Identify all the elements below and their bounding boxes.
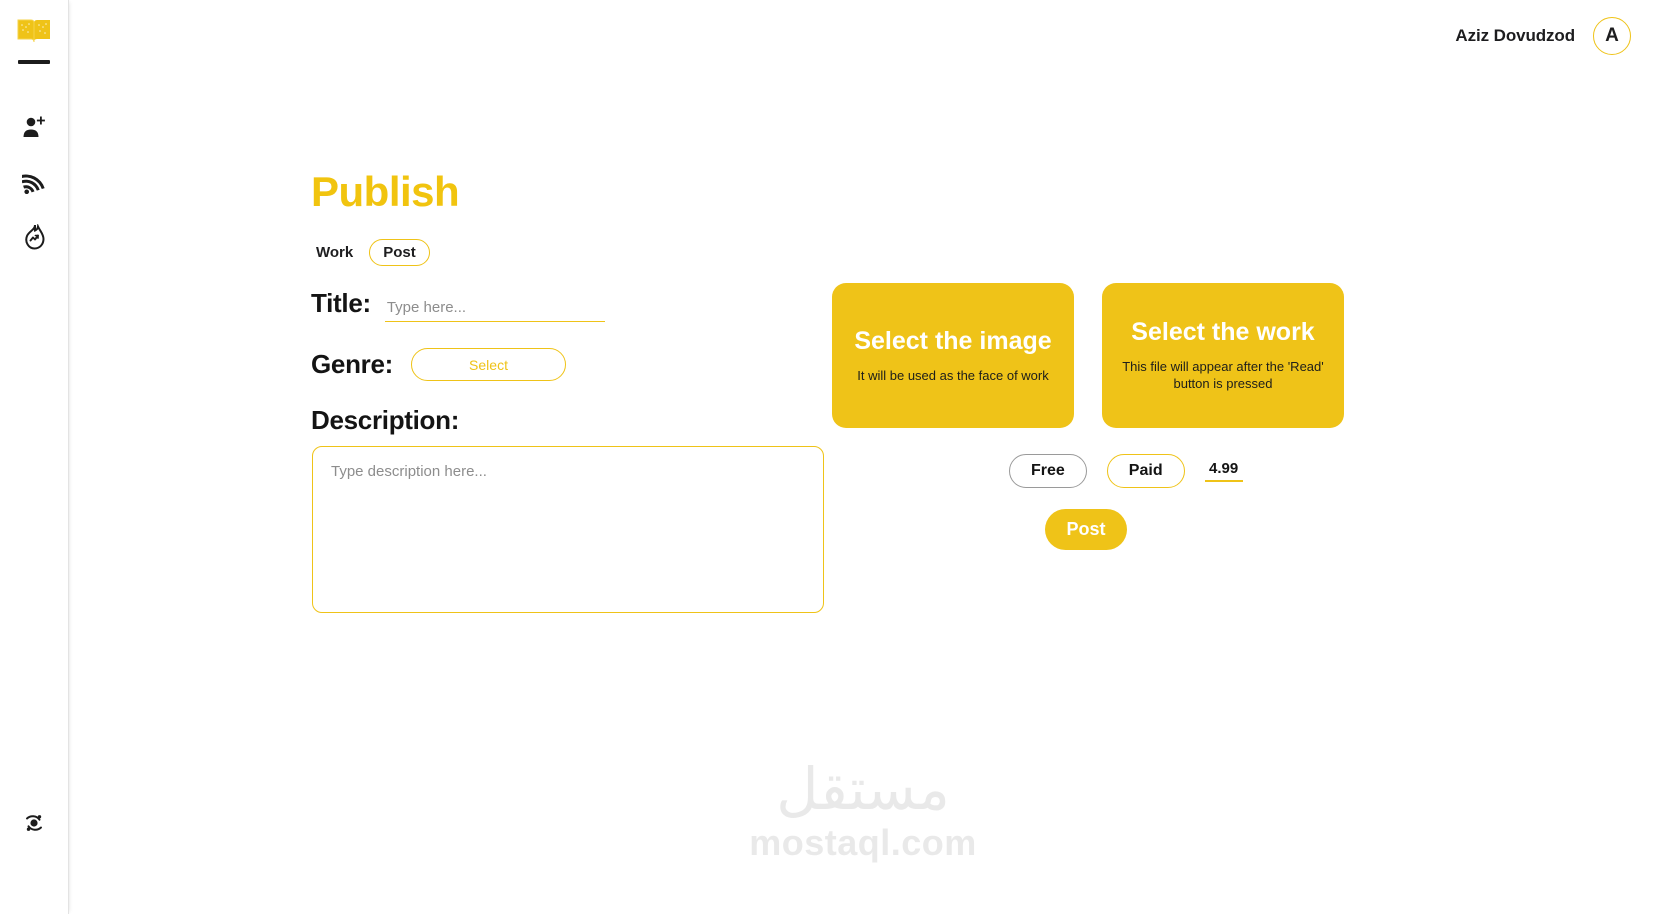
- description-label: Description:: [311, 405, 460, 435]
- sidebar-item-trending[interactable]: [17, 222, 51, 256]
- tab-bar: Work Post: [313, 239, 430, 266]
- watermark: مستقل mostaql.com: [749, 760, 977, 864]
- sidebar-item-add-user[interactable]: [17, 112, 51, 146]
- pricing-option-free[interactable]: Free: [1009, 454, 1087, 488]
- select-work-card-subtitle: This file will appear after the 'Read' b…: [1122, 358, 1324, 392]
- sidebar-item-feed[interactable]: [17, 167, 51, 201]
- logo-underline: [18, 60, 50, 64]
- fire-trending-icon: [22, 222, 46, 255]
- user-add-icon: [21, 114, 47, 145]
- sidebar-item-settings[interactable]: [17, 808, 51, 842]
- watermark-arabic: مستقل: [776, 755, 950, 823]
- watermark-latin: mostaql.com: [749, 822, 977, 863]
- tab-post[interactable]: Post: [369, 239, 430, 266]
- rss-feed-icon: [19, 170, 46, 199]
- description-textarea[interactable]: [312, 446, 824, 613]
- title-field-row: Title:: [311, 288, 605, 322]
- main-content: Publish Work Post Title: Genre: Select D…: [69, 0, 1657, 914]
- select-image-card-title: Select the image: [854, 326, 1052, 355]
- upload-cards: Select the image It will be used as the …: [832, 283, 1344, 428]
- select-image-card-subtitle: It will be used as the face of work: [857, 367, 1049, 383]
- publish-page: Aziz Dovudzod A Publish Work Post Title:…: [0, 0, 1657, 914]
- select-work-card[interactable]: Select the work This file will appear af…: [1102, 283, 1344, 428]
- open-book-logo-icon: [16, 16, 52, 51]
- genre-field-row: Genre: Select: [311, 348, 567, 381]
- genre-select-button[interactable]: Select: [411, 348, 567, 381]
- title-input[interactable]: [384, 297, 605, 322]
- settings-orbit-icon: [22, 811, 46, 840]
- genre-label: Genre:: [311, 349, 394, 379]
- select-image-card[interactable]: Select the image It will be used as the …: [832, 283, 1074, 428]
- pricing-options: Free Paid: [1009, 454, 1243, 488]
- sidebar-nav-list: [17, 112, 51, 256]
- select-work-card-title: Select the work: [1131, 318, 1315, 347]
- post-button[interactable]: Post: [1045, 509, 1127, 550]
- sidebar: [0, 0, 69, 914]
- pricing-option-paid[interactable]: Paid: [1106, 454, 1185, 488]
- title-label: Title:: [311, 288, 371, 318]
- price-input[interactable]: [1204, 460, 1243, 482]
- tab-work[interactable]: Work: [313, 239, 356, 266]
- page-title: Publish: [311, 168, 460, 215]
- app-logo[interactable]: [16, 16, 52, 64]
